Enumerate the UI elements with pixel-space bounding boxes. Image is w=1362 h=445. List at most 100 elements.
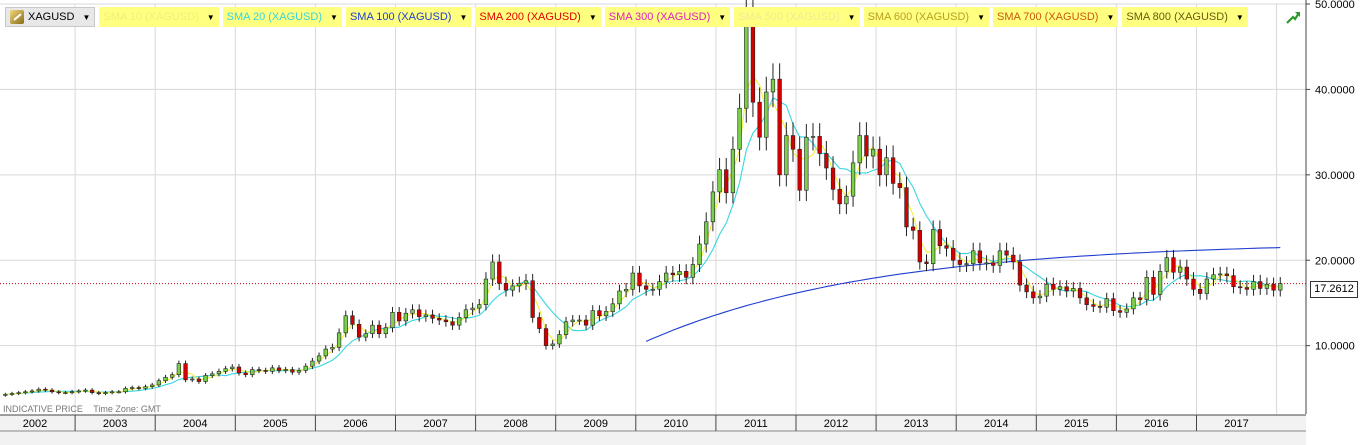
silver-bar-icon <box>10 10 24 24</box>
candle-body <box>203 375 208 382</box>
candle-body <box>704 221 709 245</box>
candle-body <box>877 148 882 176</box>
dropdown-arrow-icon[interactable]: ▼ <box>207 13 215 22</box>
legend-item-sma[interactable]: SMA 600 (XAGUSD) ▼ <box>863 7 989 27</box>
dropdown-arrow-icon[interactable]: ▼ <box>977 13 985 22</box>
candle-body <box>163 376 168 381</box>
legend-item-sma[interactable]: SMA 200 (XAGUSD) ▼ <box>475 7 601 27</box>
legend-item-sma[interactable]: SMA 700 (XAGUSD) ▼ <box>992 7 1119 27</box>
candle-body <box>737 107 742 150</box>
dropdown-arrow-icon[interactable]: ▼ <box>1236 13 1244 22</box>
candle-body <box>76 390 81 393</box>
candle-body <box>443 319 449 323</box>
candle-body <box>1111 298 1116 311</box>
candle-body <box>223 368 228 372</box>
candle-body <box>797 148 802 191</box>
candle-body <box>450 321 455 326</box>
candle-body <box>1131 297 1136 310</box>
x-axis: 2002 2003 2004 2005 2006 2007 2008 2009 2010 2011… <box>0 414 1306 445</box>
dropdown-arrow-icon[interactable]: ▼ <box>82 13 90 22</box>
candle-body <box>837 189 842 205</box>
y-tick-label: 10.0000 <box>1315 341 1355 353</box>
candle-body <box>196 378 202 382</box>
candle-body <box>463 309 469 318</box>
candle-body <box>1151 277 1156 295</box>
x-tick-label: 2013 <box>904 418 928 430</box>
legend-item-sma[interactable]: SMA 800 (XAGUSD) ▼ <box>1122 7 1248 27</box>
price-chart[interactable]: 10.0000 20.0000 30.0000 40.0000 50.0000 2002… <box>0 0 1362 445</box>
candle-body <box>817 136 822 154</box>
legend-item-sma[interactable]: SMA 500 (XAGUSD) ▼ <box>734 7 860 27</box>
dropdown-arrow-icon[interactable]: ▼ <box>718 13 726 22</box>
x-tick-label: 2003 <box>103 418 127 430</box>
legend-item-sma[interactable]: SMA 10 (XAGUSD) ▼ <box>99 7 219 27</box>
candle-body <box>1037 295 1043 299</box>
candle-body <box>724 169 729 194</box>
legend-item-sma[interactable]: SMA 300 (XAGUSD) ▼ <box>604 7 731 27</box>
candle-body <box>557 334 562 345</box>
x-tick-label: 2017 <box>1224 418 1248 430</box>
candle-body <box>9 393 15 395</box>
candle-body <box>991 262 996 266</box>
candle-body <box>1097 306 1103 308</box>
price-type-label: INDICATIVE PRICE <box>3 404 83 414</box>
x-tick-label: 2009 <box>584 418 608 430</box>
legend-item-sma[interactable]: SMA 20 (XAGUSD) ▼ <box>222 7 342 27</box>
candle-body <box>830 167 836 190</box>
candle-body <box>617 290 622 305</box>
candle-body <box>1264 283 1270 289</box>
candle-body <box>1064 286 1069 292</box>
dropdown-arrow-icon[interactable]: ▼ <box>330 13 338 22</box>
candle-body <box>1017 261 1023 286</box>
candle-body <box>497 261 502 284</box>
candle-body <box>951 247 956 261</box>
candle-body <box>911 226 916 231</box>
candle-body <box>110 391 115 394</box>
candle-body <box>23 391 28 394</box>
candle-body <box>757 101 762 138</box>
candle-body <box>563 321 569 335</box>
candle-body <box>143 386 148 389</box>
x-tick-label: 2006 <box>343 418 367 430</box>
candle-body <box>1157 271 1163 295</box>
candle-body <box>170 374 175 378</box>
candle-body <box>210 373 215 376</box>
legend-item-sma[interactable]: SMA 100 (XAGUSD) ▼ <box>345 7 472 27</box>
candle-body <box>984 262 989 265</box>
dropdown-arrow-icon[interactable]: ▼ <box>848 13 856 22</box>
x-tick-label: 2005 <box>263 418 287 430</box>
legend-item-label: SMA 10 (XAGUSD) <box>103 11 199 23</box>
candle-body <box>650 288 655 291</box>
symbol-selector[interactable]: XAGUSD ▼ <box>5 7 96 27</box>
trend-arrow-icon[interactable] <box>1285 9 1301 25</box>
legend-item-label: SMA 500 (XAGUSD) <box>738 11 840 23</box>
dropdown-arrow-icon[interactable]: ▼ <box>1106 13 1114 22</box>
candle-body <box>810 136 816 138</box>
y-tick-label: 30.0000 <box>1315 170 1355 182</box>
candle-body <box>150 384 155 387</box>
candle-body <box>577 319 582 322</box>
candle-body <box>1198 288 1203 294</box>
dropdown-arrow-icon[interactable]: ▼ <box>589 13 597 22</box>
sma-10-path <box>5 74 1281 395</box>
candle-body <box>250 369 255 376</box>
x-tick-label: 2012 <box>824 418 848 430</box>
candle-body <box>350 315 355 325</box>
sma-20-path <box>5 97 1281 395</box>
candle-body <box>83 389 88 392</box>
candle-body <box>437 318 442 321</box>
candle-body <box>1171 257 1176 273</box>
candle-body <box>597 310 602 317</box>
candle-body <box>1104 298 1109 308</box>
x-tick-label: 2011 <box>744 418 768 430</box>
candle-body <box>103 392 108 394</box>
candle-body <box>730 148 736 194</box>
dropdown-arrow-icon[interactable]: ▼ <box>459 13 467 22</box>
candle-body <box>623 288 629 292</box>
sma-20-line <box>5 97 1281 395</box>
candle-body <box>470 307 475 311</box>
legend-item-label: SMA 20 (XAGUSD) <box>226 11 323 23</box>
candle-body <box>1144 277 1149 300</box>
candle-body <box>764 91 769 138</box>
y-tick-label: 40.0000 <box>1315 84 1355 96</box>
